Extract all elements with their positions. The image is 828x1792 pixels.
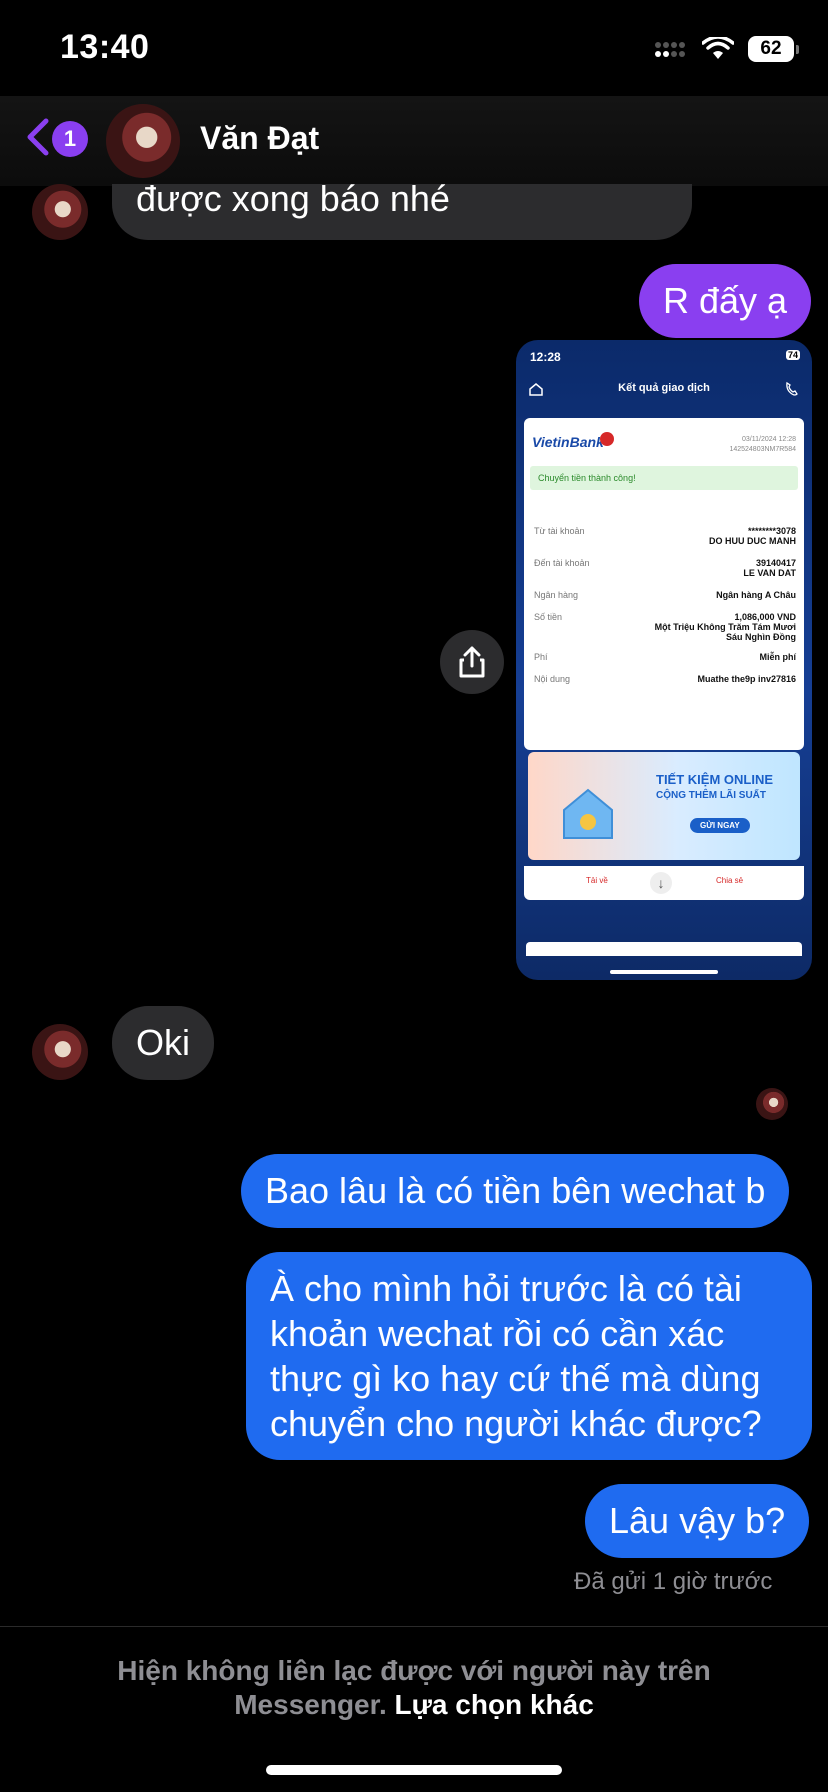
notice-line-2: Messenger. xyxy=(234,1689,387,1720)
phone-icon xyxy=(786,381,798,396)
download-arrow-icon[interactable]: ↓ xyxy=(650,872,672,894)
message-bubble-outgoing[interactable]: À cho mình hỏi trước là có tài khoản wec… xyxy=(246,1252,812,1460)
share-button[interactable] xyxy=(440,630,504,694)
promo-title: TIẾT KIỆM ONLINE xyxy=(656,772,773,787)
receipt-actions: Tải về ↓ Chia sẻ xyxy=(524,866,804,900)
promo-button[interactable]: GỬI NGAY xyxy=(690,818,750,833)
row-amount: Số tiền 1,086,000 VND Một Triệu Không Tră… xyxy=(534,612,796,642)
row-fee: Phí Miễn phí xyxy=(534,652,796,662)
row-bank: Ngân hàng Ngân hàng A Châu xyxy=(534,590,796,600)
house-icon xyxy=(563,788,613,839)
battery-icon: 62 xyxy=(748,36,799,62)
row-content: Nội dung Muathe the9p inv27816 xyxy=(534,674,796,684)
message-text: Oki xyxy=(136,1022,190,1063)
bank-logo: VietinBank xyxy=(532,434,604,450)
message-bubble-outgoing[interactable]: R đấy ạ xyxy=(639,264,812,338)
shot-time: 12:28 xyxy=(530,350,561,364)
shot-battery: 74 xyxy=(785,350,800,360)
message-bubble-incoming[interactable]: Oki xyxy=(112,1006,214,1080)
contact-avatar-overlay[interactable] xyxy=(106,104,180,178)
receipt-date: 03/11/2024 12:28 xyxy=(742,436,796,443)
read-receipt-avatar xyxy=(756,1088,788,1120)
wifi-icon xyxy=(702,37,734,59)
receipt-ref: 142524803NM7R584 xyxy=(729,446,796,453)
download-action[interactable]: Tải về xyxy=(586,876,608,885)
signal-icon xyxy=(655,42,685,57)
row-to: Đến tài khoản 39140417 LE VAN DAT xyxy=(534,558,796,578)
transaction-screenshot[interactable]: 12:28 74 Kết quả giao dịch VietinBank 03… xyxy=(516,340,812,980)
message-text: R đấy ạ xyxy=(663,280,788,321)
message-text: À cho mình hỏi trước là có tài khoản wec… xyxy=(270,1268,762,1444)
footer-divider xyxy=(0,1626,828,1627)
shot-home-indicator xyxy=(610,970,718,974)
status-time: 13:40 xyxy=(60,28,150,66)
message-bubble-outgoing[interactable]: Lâu vậy b? xyxy=(585,1484,810,1558)
bank-logo-mark xyxy=(600,432,614,446)
message-text: Lâu vậy b? xyxy=(609,1500,786,1541)
receipt-card: VietinBank 03/11/2024 12:28 142524803NM7… xyxy=(524,418,804,750)
message-text: Bao lâu là có tiền bên wechat b xyxy=(265,1170,766,1211)
success-banner: Chuyển tiền thành công! xyxy=(530,466,798,490)
home-indicator xyxy=(266,1765,562,1775)
notice-line-1: Hiện không liên lạc được với người này t… xyxy=(117,1655,711,1686)
message-bubble-outgoing[interactable]: Bao lâu là có tiền bên wechat b xyxy=(241,1154,790,1228)
shot-title: Kết quả giao dịch xyxy=(618,382,710,394)
chevron-left-icon xyxy=(27,118,49,156)
share-icon xyxy=(459,646,485,678)
receipt-next-card xyxy=(526,942,802,956)
sender-avatar[interactable] xyxy=(32,184,88,240)
unread-badge-overlay: 1 xyxy=(52,121,88,157)
row-from: Từ tài khoản ********3078 DO HUU DUC MANH xyxy=(534,526,796,546)
promo-subtitle: CỘNG THÊM LÃI SUẤT xyxy=(656,790,766,801)
sender-avatar[interactable] xyxy=(32,1024,88,1080)
other-options-link[interactable]: Lựa chọn khác xyxy=(395,1689,594,1720)
promo-banner[interactable]: TIẾT KIỆM ONLINE CỘNG THÊM LÃI SUẤT GỬI … xyxy=(528,752,800,860)
sent-status: Đã gửi 1 giờ trước xyxy=(574,1568,773,1595)
unavailable-notice: Hiện không liên lạc được với người này t… xyxy=(0,1654,828,1722)
contact-name-overlay[interactable]: Văn Đạt xyxy=(200,120,319,157)
status-icons: 62 xyxy=(654,36,799,62)
share-action[interactable]: Chia sẻ xyxy=(716,876,743,885)
